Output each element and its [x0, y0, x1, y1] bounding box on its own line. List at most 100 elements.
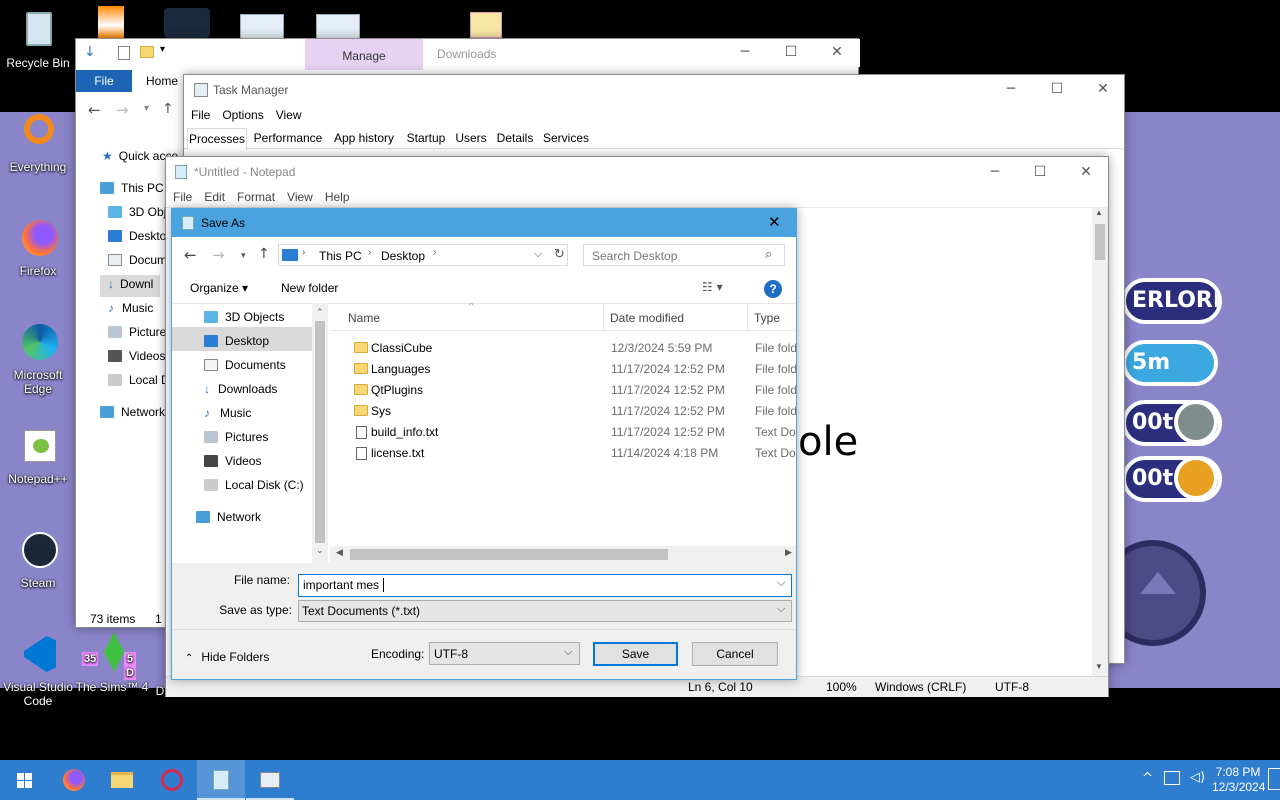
nav-videos[interactable]: Videos — [108, 349, 165, 363]
close-button[interactable]: ✕ — [1080, 74, 1126, 104]
breadcrumb-this-pc[interactable]: This PC — [319, 249, 362, 263]
taskbar-taskmanager[interactable] — [246, 760, 294, 800]
nav-videos[interactable]: Videos — [204, 454, 261, 468]
desktop-icon-firefox[interactable]: Firefox — [0, 216, 76, 278]
file-row[interactable]: build_info.txt 11/17/2024 12:52 PM Text Do… — [330, 421, 796, 442]
file-row[interactable]: license.txt 11/14/2024 4:18 PM Text Doc — [330, 442, 796, 463]
menu-help[interactable]: Help — [325, 190, 350, 204]
window-icon[interactable] — [240, 14, 284, 40]
window-icon-2[interactable] — [316, 14, 360, 40]
up-arrow-icon[interactable]: ↑ — [258, 246, 270, 262]
nav-3d[interactable]: 3D Obj — [108, 205, 166, 219]
maximize-button[interactable]: ☐ — [1017, 157, 1063, 187]
search-box[interactable]: Search Desktop ⌕ — [583, 244, 785, 266]
maximize-button[interactable]: ☐ — [1034, 74, 1080, 104]
close-button[interactable]: ✕ — [1063, 157, 1109, 187]
tab-startup[interactable]: Startup — [404, 131, 448, 145]
minimize-button[interactable]: ─ — [972, 157, 1018, 187]
scroll-thumb[interactable] — [350, 549, 668, 560]
app-icon-dark[interactable] — [164, 8, 210, 38]
ribbon-home-tab[interactable]: Home — [146, 74, 178, 88]
forward-arrow-icon[interactable]: → — [116, 101, 129, 119]
scroll-thumb[interactable] — [315, 321, 325, 543]
close-button[interactable]: ✕ — [814, 37, 860, 67]
nav-music[interactable]: ♪ Music — [108, 301, 153, 315]
nav-pictures[interactable]: Picture — [108, 325, 166, 339]
tab-manage[interactable]: Manage — [305, 39, 423, 70]
menu-file[interactable]: File — [173, 190, 192, 204]
menu-file[interactable]: File — [191, 108, 210, 122]
desktop-icon-everything[interactable]: Everything — [0, 112, 76, 174]
file-row[interactable]: ClassiCube 12/3/2024 5:59 PM File fold — [330, 337, 796, 358]
taskbar-firefox[interactable] — [50, 760, 98, 800]
address-bar[interactable]: › This PC › Desktop › ⌵ ↻ — [278, 244, 568, 266]
menu-edit[interactable]: Edit — [204, 190, 225, 204]
network-tray-icon[interactable] — [1164, 771, 1180, 785]
desktop-icon-vscode[interactable]: Visual Studio Code — [0, 632, 76, 708]
file-row[interactable]: Sys 11/17/2024 12:52 PM File fold — [330, 400, 796, 421]
nav-local-disk[interactable]: Local D — [108, 373, 170, 387]
notifications-icon[interactable] — [1268, 768, 1280, 790]
nav-3d-objects[interactable]: 3D Objects — [204, 310, 284, 324]
column-type[interactable]: Type — [754, 311, 780, 325]
scroll-down-icon[interactable]: ▼ — [1095, 662, 1103, 671]
scroll-down-icon[interactable]: ⌄ — [316, 545, 324, 556]
chevron-down-icon[interactable]: ⌵ — [564, 646, 572, 659]
back-arrow-icon[interactable]: ← — [184, 246, 197, 264]
scroll-thumb[interactable] — [1095, 224, 1105, 260]
recent-dropdown-icon[interactable]: ▾ — [144, 103, 149, 114]
qat-dropdown-icon[interactable]: ▾ — [160, 44, 165, 55]
tab-processes[interactable]: Processes — [187, 128, 247, 150]
column-name[interactable]: Name — [348, 311, 380, 325]
hide-folders-button[interactable]: ⌃ Hide Folders — [185, 650, 269, 664]
save-as-dialog[interactable]: Save As ✕ ← → ▾ ↑ › This PC › Desktop › … — [171, 208, 797, 680]
nav-desktop[interactable]: Deskto — [108, 229, 166, 243]
up-arrow-icon[interactable]: ↑ — [162, 101, 174, 117]
properties-icon[interactable] — [118, 46, 130, 60]
desktop-icon-sims4[interactable]: 35 5 D The Sims™ 4 — [74, 632, 150, 694]
menu-view[interactable]: View — [276, 108, 302, 122]
nav-pictures[interactable]: Pictures — [204, 430, 268, 444]
vlc-icon[interactable] — [98, 6, 124, 38]
horizontal-scrollbar[interactable]: ◀ ▶ — [330, 546, 796, 563]
column-date[interactable]: Date modified — [610, 311, 684, 325]
chevron-down-icon[interactable]: ⌵ — [534, 248, 542, 261]
desktop-icon-steam[interactable]: Steam — [0, 528, 76, 590]
desktop-icon-recycle-bin[interactable]: Recycle Bin — [0, 8, 76, 70]
view-options-icon[interactable]: ☷ ▾ — [702, 280, 723, 294]
taskbar-explorer[interactable] — [98, 760, 146, 800]
nav-music[interactable]: ♪ Music — [204, 406, 251, 420]
menu-options[interactable]: Options — [222, 108, 263, 122]
new-folder-button[interactable]: New folder — [281, 281, 338, 295]
minimize-button[interactable]: ─ — [988, 74, 1034, 104]
nav-downloads[interactable]: ↓ Downl — [100, 275, 160, 297]
arrow-down-icon[interactable]: ↓ — [84, 44, 98, 60]
scroll-right-icon[interactable]: ▶ — [785, 547, 792, 558]
clock[interactable]: 7:08 PM 12/3/2024 — [1212, 765, 1265, 795]
chevron-down-icon[interactable]: ⌵ — [777, 577, 785, 590]
file-row[interactable]: QtPlugins 11/17/2024 12:52 PM File fold — [330, 379, 796, 400]
nav-documents[interactable]: Docum — [108, 253, 167, 267]
nav-scrollbar[interactable]: ⌃ ⌄ — [312, 303, 328, 563]
desktop-icon-notepadpp[interactable]: Notepad++ — [0, 424, 76, 486]
nav-downloads[interactable]: ↓ Downloads — [204, 382, 277, 396]
ribbon-file-tab[interactable]: File — [76, 70, 132, 92]
menu-format[interactable]: Format — [237, 190, 275, 204]
notepad-text[interactable]: ole — [798, 419, 858, 465]
tab-app-history[interactable]: App history — [330, 131, 398, 145]
close-icon[interactable]: ✕ — [768, 213, 781, 231]
tab-services[interactable]: Services — [542, 131, 590, 145]
organize-button[interactable]: Organize ▾ — [190, 281, 248, 295]
back-arrow-icon[interactable]: ← — [88, 101, 101, 119]
column-divider[interactable] — [603, 303, 604, 331]
scroll-left-icon[interactable]: ◀ — [336, 547, 343, 558]
minimize-button[interactable]: ─ — [722, 37, 768, 67]
recent-dropdown-icon[interactable]: ▾ — [241, 250, 246, 261]
help-icon[interactable]: ? — [764, 280, 782, 298]
save-button[interactable]: Save — [593, 642, 678, 666]
start-button[interactable] — [0, 760, 48, 800]
desktop-icon-edge[interactable]: Microsoft Edge — [0, 320, 76, 396]
tray-chevron-up-icon[interactable]: ^ — [1142, 771, 1153, 786]
breadcrumb-desktop[interactable]: Desktop — [381, 249, 425, 263]
cancel-button[interactable]: Cancel — [692, 642, 778, 666]
